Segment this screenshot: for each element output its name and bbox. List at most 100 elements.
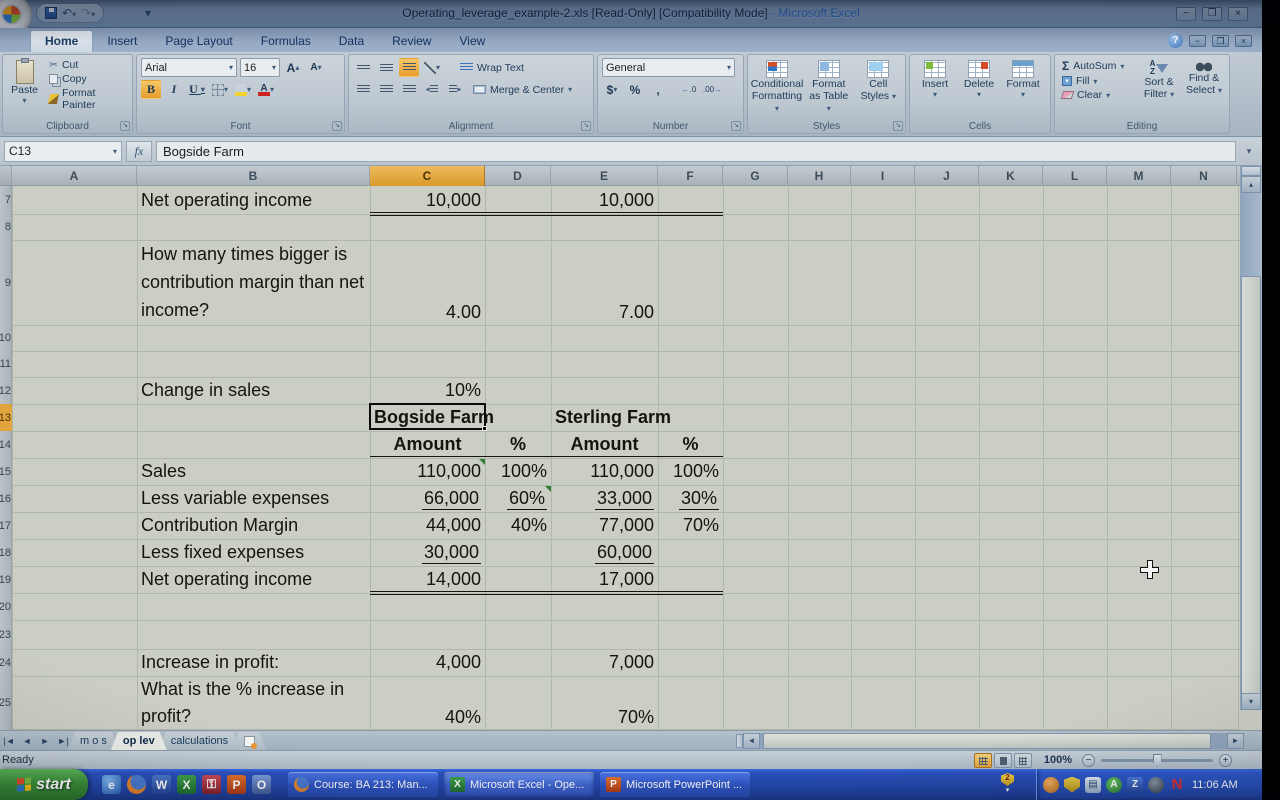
- bold-button[interactable]: B: [141, 80, 161, 99]
- format-as-table-button[interactable]: Formatas Table ▾: [804, 58, 853, 119]
- column-header-G[interactable]: G: [723, 166, 788, 186]
- column-header-E[interactable]: E: [551, 166, 658, 186]
- cell-D17[interactable]: 40%: [485, 512, 551, 539]
- formula-input[interactable]: Bogside Farm: [156, 141, 1236, 162]
- cell-E16[interactable]: 33,000: [551, 485, 658, 512]
- row-header-16[interactable]: 16: [0, 485, 12, 512]
- insert-cells-button[interactable]: Insert▾: [914, 58, 956, 119]
- cell-B25[interactable]: What is the % increase in profit?: [137, 676, 370, 730]
- insert-worksheet-tab[interactable]: [232, 732, 266, 750]
- zoom-in-icon[interactable]: +: [1219, 754, 1232, 767]
- cell-C18[interactable]: 30,000: [370, 539, 485, 566]
- fill-color-button[interactable]: ▾: [233, 80, 253, 99]
- scroll-up-icon[interactable]: ▴: [1241, 176, 1261, 193]
- tray-document-icon[interactable]: ▤: [1085, 777, 1101, 793]
- vertical-scrollbar[interactable]: ▴ ▾: [1240, 166, 1262, 710]
- zoom-level-label[interactable]: 100%: [1044, 754, 1072, 766]
- tray-messenger-icon[interactable]: [1043, 777, 1059, 793]
- align-bottom-button[interactable]: [399, 58, 419, 77]
- zoom-out-icon[interactable]: −: [1082, 754, 1095, 767]
- row-header-13[interactable]: 13: [0, 404, 12, 431]
- column-header-I[interactable]: I: [851, 166, 915, 186]
- tab-formulas[interactable]: Formulas: [247, 31, 325, 52]
- tab-view[interactable]: View: [445, 31, 499, 52]
- fill-handle[interactable]: [482, 426, 487, 431]
- row-header-12[interactable]: 12: [0, 377, 12, 404]
- merge-center-button[interactable]: Merge & Center▾: [470, 83, 575, 97]
- row-header-23[interactable]: 23: [0, 620, 12, 649]
- tray-antivirus-icon[interactable]: A: [1106, 777, 1122, 793]
- select-all-corner[interactable]: [0, 166, 12, 185]
- scroll-right-icon[interactable]: ►: [1227, 733, 1244, 749]
- sheet-tab-calculations[interactable]: calculations: [159, 732, 240, 750]
- cut-button[interactable]: ✂Cut: [46, 58, 128, 72]
- horizontal-scroll-thumb[interactable]: [763, 733, 1211, 749]
- row-header-11[interactable]: 11: [0, 351, 12, 377]
- row-header-7[interactable]: 7: [0, 186, 12, 214]
- italic-button[interactable]: I: [164, 80, 184, 99]
- cell-E13[interactable]: Sterling Farm: [551, 404, 658, 431]
- horizontal-scroll-track[interactable]: [760, 733, 1227, 749]
- book-close-button[interactable]: ×: [1235, 35, 1252, 47]
- cell-C12[interactable]: 10%: [370, 377, 485, 404]
- styles-dialog-launcher[interactable]: ↘: [893, 121, 903, 131]
- key-icon[interactable]: ⚿: [202, 775, 221, 794]
- paste-button[interactable]: Paste▾: [7, 58, 42, 112]
- cell-B16[interactable]: Less variable expenses: [137, 485, 370, 512]
- sheet-tab-op-lev[interactable]: op lev: [111, 732, 167, 750]
- close-button[interactable]: ×: [1228, 7, 1248, 21]
- row-header-8[interactable]: 8: [0, 214, 12, 240]
- cell-B19[interactable]: Net operating income: [137, 566, 370, 593]
- underline-button[interactable]: U ▾: [187, 80, 207, 99]
- sheet-tab-mos[interactable]: m o s: [68, 732, 119, 750]
- wrap-text-button[interactable]: Wrap Text: [457, 61, 527, 75]
- cell-E17[interactable]: 77,000: [551, 512, 658, 539]
- column-header-A[interactable]: A: [12, 166, 137, 186]
- cell-D15[interactable]: 100%: [485, 458, 551, 485]
- column-header-F[interactable]: F: [658, 166, 723, 186]
- column-header-C[interactable]: C: [370, 166, 485, 186]
- hide-icons-chevron-icon[interactable]: ▾: [1006, 786, 1010, 794]
- vertical-split-handle[interactable]: [1241, 166, 1261, 176]
- cell-C14[interactable]: Amount: [370, 431, 485, 458]
- horizontal-scrollbar[interactable]: ◄ ►: [736, 733, 1244, 749]
- number-dialog-launcher[interactable]: ↘: [731, 121, 741, 131]
- tab-data[interactable]: Data: [325, 31, 378, 52]
- column-header-B[interactable]: B: [137, 166, 370, 186]
- row-header-24[interactable]: 24: [0, 649, 12, 676]
- cell-E25[interactable]: 70%: [551, 676, 658, 730]
- align-left-button[interactable]: [353, 80, 373, 99]
- help-icon[interactable]: ?: [1168, 33, 1183, 48]
- clipboard-dialog-launcher[interactable]: ↘: [120, 121, 130, 131]
- cell-E19[interactable]: 17,000: [551, 566, 658, 593]
- cell-B17[interactable]: Contribution Margin: [137, 512, 370, 539]
- cell-B9[interactable]: How many times bigger is contribution ma…: [137, 240, 370, 325]
- accounting-format-button[interactable]: $▾: [602, 80, 622, 99]
- cell-E24[interactable]: 7,000: [551, 649, 658, 676]
- book-restore-button[interactable]: ❐: [1212, 35, 1229, 47]
- name-box[interactable]: C13▾: [4, 141, 122, 162]
- increase-decimal-button[interactable]: ←.0: [679, 80, 699, 99]
- row-header-10[interactable]: 10: [0, 325, 12, 351]
- column-header-L[interactable]: L: [1043, 166, 1107, 186]
- borders-button[interactable]: ▾: [210, 80, 230, 99]
- cell-E9[interactable]: 7.00: [551, 240, 658, 325]
- tray-n-icon[interactable]: N: [1169, 777, 1185, 793]
- row-header-9[interactable]: 9: [0, 240, 12, 325]
- cell-E18[interactable]: 60,000: [551, 539, 658, 566]
- cell-E15[interactable]: 110,000: [551, 458, 658, 485]
- font-color-button[interactable]: A▾: [256, 80, 276, 99]
- row-header-19[interactable]: 19: [0, 566, 12, 593]
- delete-cells-button[interactable]: Delete▾: [958, 58, 1000, 119]
- cell-C15[interactable]: 110,000: [370, 458, 485, 485]
- zoom-slider-handle[interactable]: [1153, 754, 1162, 767]
- cell-C16[interactable]: 66,000: [370, 485, 485, 512]
- autosum-button[interactable]: ΣAutoSum▾: [1059, 58, 1135, 74]
- font-dialog-launcher[interactable]: ↘: [332, 121, 342, 131]
- copy-button[interactable]: Copy: [46, 72, 128, 86]
- first-sheet-icon[interactable]: |◄: [0, 732, 18, 750]
- excel-icon[interactable]: X: [177, 775, 196, 794]
- column-header-K[interactable]: K: [979, 166, 1043, 186]
- column-header-H[interactable]: H: [788, 166, 851, 186]
- cell-D14[interactable]: %: [485, 431, 551, 458]
